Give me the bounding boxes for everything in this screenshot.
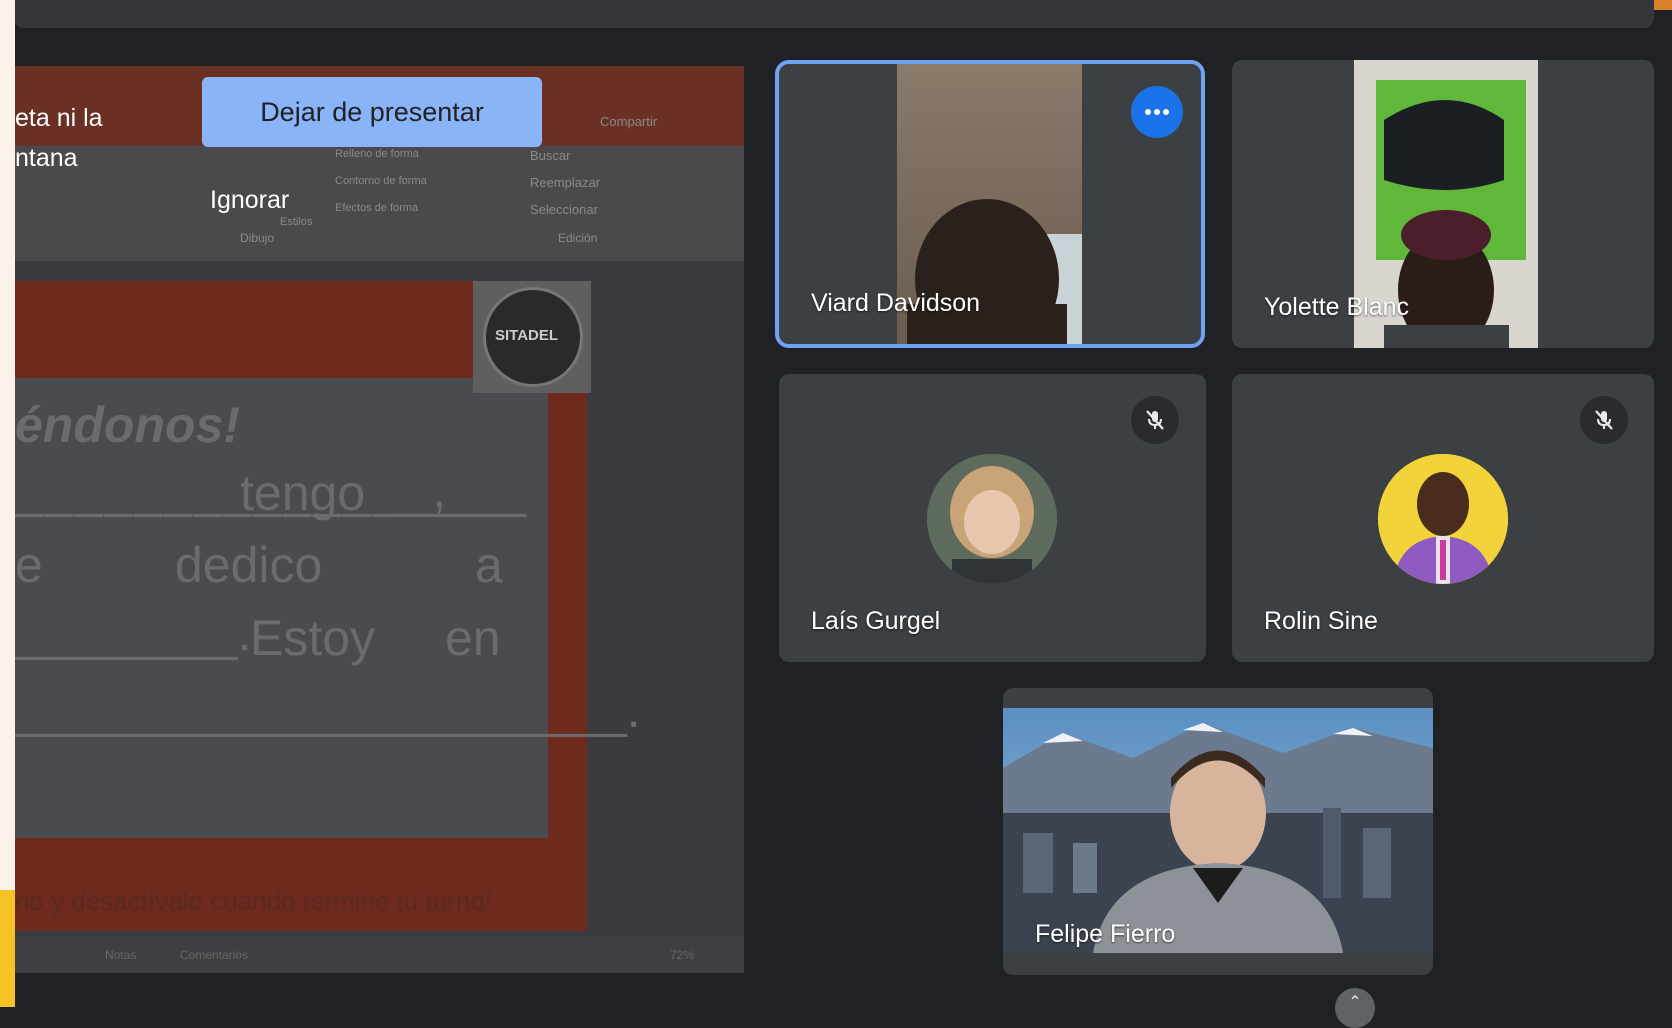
slide-word-dedico: dedico	[175, 537, 323, 593]
search-option: Buscar	[530, 148, 571, 163]
slide-heading: éndonos!	[15, 397, 240, 453]
effects-option: Efectos de forma	[335, 202, 419, 214]
avatar-image	[927, 454, 1057, 584]
slide-blank-3: ________.	[15, 605, 252, 661]
group-drawing-label: Dibujo	[240, 231, 275, 245]
mic-off-indicator	[1580, 396, 1628, 444]
group-editing-label: Edición	[558, 231, 598, 245]
window-edge	[0, 0, 15, 1007]
fill-option: Relleno de forma	[335, 148, 419, 160]
ignore-button[interactable]: Ignorar	[210, 186, 289, 215]
stop-presenting-button[interactable]: Dejar de presentar	[202, 77, 542, 147]
slide-word-a: a	[475, 537, 503, 593]
notes-label: Notas	[105, 948, 137, 962]
comments-label: Comentarios	[180, 948, 249, 962]
more-options-button[interactable]	[1131, 86, 1183, 138]
styles-option: Estilos	[280, 216, 313, 228]
participant-name: Viard Davidson	[811, 289, 981, 317]
mic-off-icon	[1595, 410, 1613, 430]
slide-blank-2: _____	[387, 462, 527, 518]
participant-tile[interactable]: Yolette Blanc	[1232, 60, 1654, 348]
slide-word-tengo: tengo	[240, 465, 366, 521]
slide-blank-1: ______________,	[15, 462, 449, 518]
notice-line-2: ntana	[15, 144, 78, 172]
participant-name: Felipe Fierro	[1035, 920, 1176, 948]
slide-word-e: e	[15, 537, 43, 593]
mic-off-icon	[1146, 410, 1164, 430]
slide-logo: SITADEL	[473, 281, 591, 393]
participant-tile[interactable]: Rolin Sine	[1232, 374, 1654, 662]
participant-name: Rolin Sine	[1264, 607, 1378, 635]
slide-word-estoy: Estoy	[250, 610, 376, 666]
share-link: Compartir	[600, 114, 658, 129]
zoom-level: 72%	[670, 948, 695, 962]
slide-footer: no y desactívalo cuando termine tu turno…	[15, 886, 492, 916]
video-feed	[1003, 708, 1433, 953]
avatar	[927, 454, 1057, 584]
more-horiz-icon	[1145, 109, 1169, 115]
app-status-bar: Notas Comentarios 72%	[15, 936, 744, 973]
shared-screen: Compartir Relleno de forma Contorno de f…	[15, 66, 744, 973]
scroll-indicator[interactable]: ⌃	[1335, 988, 1375, 1028]
logo-text: SITADEL	[495, 327, 559, 344]
participant-tile[interactable]: Viard Davidson	[775, 60, 1205, 348]
slide-word-en: en	[445, 610, 501, 666]
participant-name: Laís Gurgel	[811, 607, 941, 635]
notice-line-1: eta ni la	[15, 104, 103, 132]
avatar-image	[1378, 454, 1508, 584]
window-edge-accent	[0, 890, 15, 1007]
top-bar	[14, 0, 1654, 28]
participant-tile[interactable]: Felipe Fierro	[1003, 688, 1433, 975]
replace-option: Reemplazar	[530, 175, 601, 190]
participant-tile[interactable]: Laís Gurgel	[779, 374, 1206, 662]
outline-option: Contorno de forma	[335, 175, 427, 187]
slide-blank-4: ______________________.	[15, 682, 641, 738]
avatar	[1378, 454, 1508, 584]
select-option: Seleccionar	[530, 202, 598, 217]
mic-off-indicator	[1131, 396, 1179, 444]
participant-name: Yolette Blanc	[1264, 293, 1410, 321]
participant-video	[1003, 708, 1433, 953]
